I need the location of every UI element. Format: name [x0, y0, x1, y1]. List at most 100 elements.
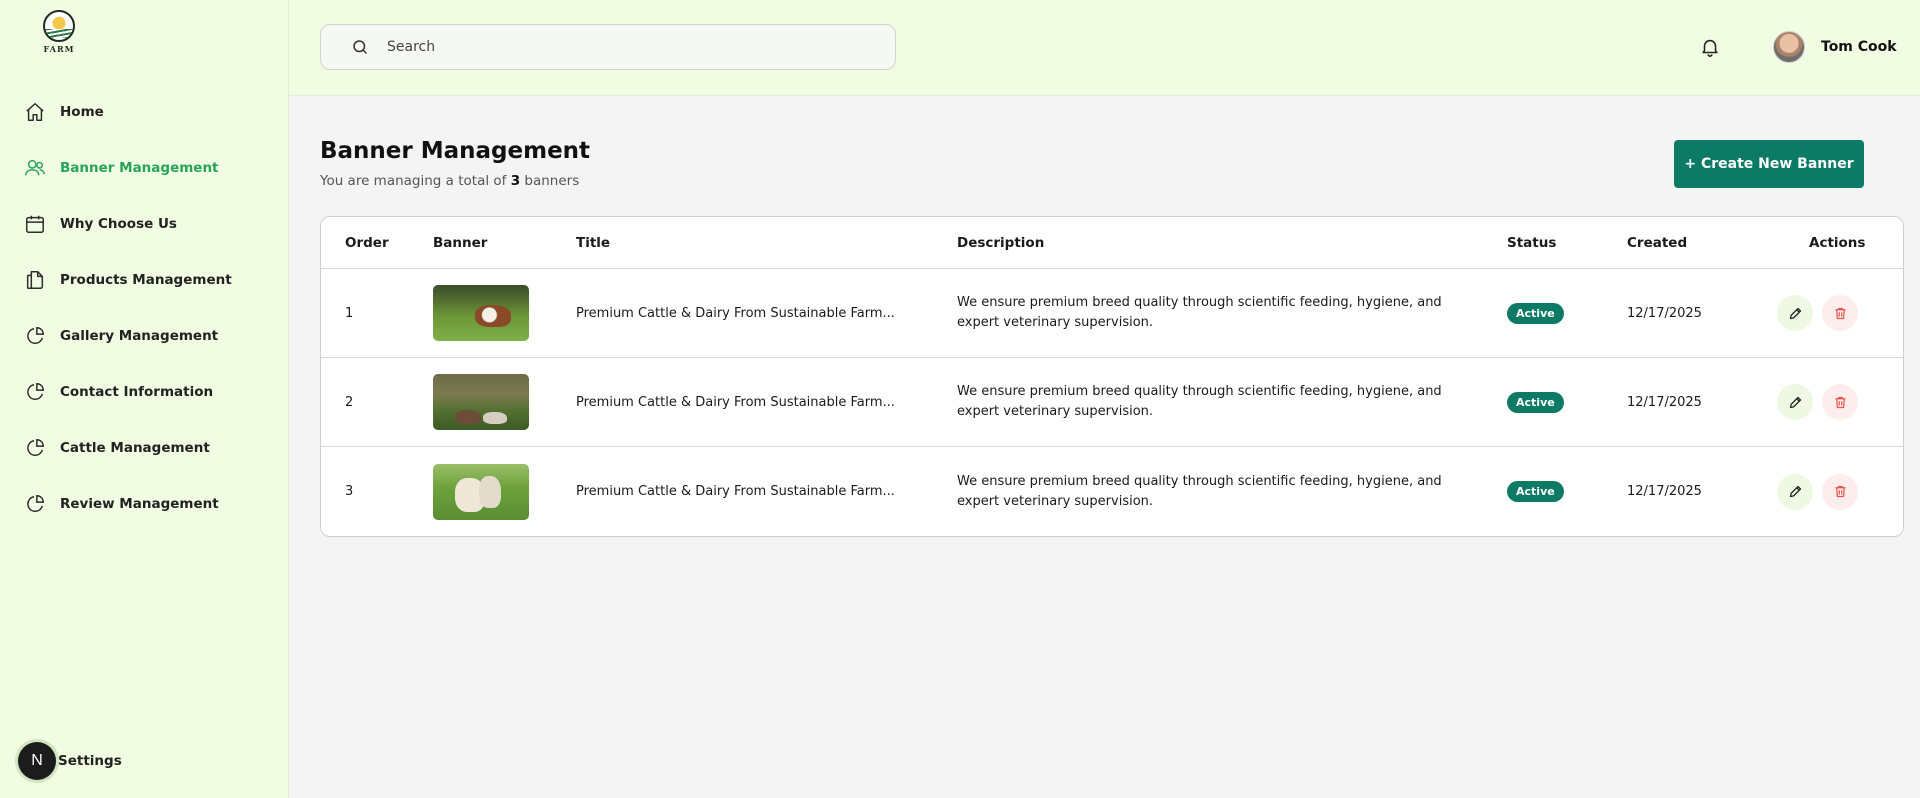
search-bar[interactable]	[320, 24, 896, 70]
row-order: 2	[345, 394, 354, 410]
delete-button[interactable]	[1822, 473, 1858, 510]
row-banner-cell	[433, 358, 529, 446]
banner-table: Order Banner Title Description Status Cr…	[320, 216, 1904, 537]
pie-chart-icon	[27, 383, 44, 401]
settings-avatar: N	[18, 742, 56, 780]
cow-image	[479, 475, 501, 508]
sidebar-item-products-management[interactable]: Products Management	[0, 252, 289, 308]
row-status-cell: Active	[1507, 358, 1564, 446]
row-order: 1	[345, 305, 354, 321]
row-title: Premium Cattle & Dairy From Sustainable …	[576, 305, 895, 321]
sidebar-item-label: Why Choose Us	[60, 216, 177, 232]
status-badge: Active	[1507, 481, 1564, 502]
sidebar-item-cattle-management[interactable]: Cattle Management	[0, 420, 289, 476]
delete-button[interactable]	[1822, 295, 1858, 331]
sidebar-item-label: Gallery Management	[60, 328, 219, 344]
banner-thumbnail[interactable]	[433, 285, 529, 341]
column-header-actions: Actions	[1809, 234, 1866, 251]
trash-icon	[1835, 396, 1845, 408]
row-actions	[1777, 269, 1897, 357]
sidebar-item-label: Review Management	[60, 496, 219, 512]
subtitle-prefix: You are managing a total of	[320, 173, 511, 189]
edit-button[interactable]	[1777, 473, 1813, 510]
sidebar: FARM Home Banner Management Why Choose U…	[0, 0, 289, 798]
banner-count: 3	[510, 173, 521, 189]
row-title: Premium Cattle & Dairy From Sustainable …	[576, 394, 895, 410]
banner-thumbnail[interactable]	[433, 463, 529, 520]
sidebar-nav: Home Banner Management Why Choose Us Pro…	[0, 84, 289, 532]
row-status-cell: Active	[1507, 269, 1564, 357]
sidebar-item-label: Home	[60, 104, 104, 120]
settings-label: Settings	[58, 753, 122, 769]
sidebar-item-settings[interactable]: N Settings	[18, 742, 122, 780]
status-badge: Active	[1507, 391, 1564, 413]
sidebar-item-label: Contact Information	[60, 384, 214, 400]
row-actions	[1777, 447, 1897, 536]
top-header: Tom Cook	[289, 0, 1920, 96]
pie-chart-icon	[27, 439, 44, 457]
row-created: 12/17/2025	[1627, 394, 1702, 410]
row-actions	[1777, 358, 1897, 446]
home-icon	[26, 103, 44, 121]
logo-text: FARM	[43, 44, 75, 54]
sidebar-item-gallery-management[interactable]: Gallery Management	[0, 308, 289, 364]
column-header-title: Title	[576, 234, 611, 251]
trash-icon	[1835, 307, 1845, 319]
edit-button[interactable]	[1777, 384, 1813, 420]
column-header-created: Created	[1627, 234, 1688, 251]
row-status-cell: Active	[1507, 447, 1564, 536]
row-description: We ensure premium breed quality through …	[957, 473, 1442, 509]
pencil-icon	[1789, 485, 1801, 498]
row-banner-cell	[433, 447, 529, 536]
sidebar-item-label: Banner Management	[60, 160, 219, 176]
row-banner-cell	[433, 269, 529, 357]
row-description: We ensure premium breed quality through …	[957, 384, 1442, 419]
sidebar-item-label: Products Management	[60, 272, 232, 288]
delete-button[interactable]	[1822, 384, 1858, 420]
row-created: 12/17/2025	[1627, 305, 1702, 321]
calendar-icon	[26, 215, 44, 233]
notification-bell-icon[interactable]	[1699, 36, 1721, 58]
page-subtitle: You are managing a total of 3 banners	[320, 173, 579, 189]
pencil-icon	[1789, 307, 1801, 319]
logo-emblem-icon	[43, 10, 75, 42]
column-header-order: Order	[345, 234, 389, 251]
search-icon	[353, 40, 367, 54]
sidebar-item-review-management[interactable]: Review Management	[0, 476, 289, 532]
pencil-icon	[1789, 396, 1801, 408]
user-menu[interactable]: Tom Cook	[1773, 31, 1897, 63]
page-title: Banner Management	[320, 138, 591, 164]
banner-thumbnail[interactable]	[433, 374, 529, 430]
brand-logo[interactable]: FARM	[40, 10, 78, 54]
create-new-banner-button[interactable]: + Create New Banner	[1674, 140, 1864, 188]
row-description: We ensure premium breed quality through …	[957, 295, 1442, 330]
table-row: 3 Premium Cattle & Dairy From Sustainabl…	[321, 447, 1903, 536]
row-title: Premium Cattle & Dairy From Sustainable …	[576, 484, 895, 499]
cow-image	[455, 410, 481, 424]
sidebar-item-why-choose-us[interactable]: Why Choose Us	[0, 196, 289, 252]
user-name: Tom Cook	[1821, 39, 1897, 55]
cow-image	[483, 412, 507, 424]
subtitle-suffix: banners	[520, 173, 580, 189]
documents-icon	[26, 271, 44, 289]
sidebar-item-banner-management[interactable]: Banner Management	[0, 140, 289, 196]
cow-image	[475, 305, 511, 327]
table-row: 2 Premium Cattle & Dairy From Sustainabl…	[321, 358, 1903, 447]
search-input[interactable]	[387, 39, 867, 55]
pie-chart-icon	[27, 495, 44, 513]
trash-icon	[1835, 485, 1845, 498]
status-badge: Active	[1507, 302, 1564, 324]
table-header: Order Banner Title Description Status Cr…	[321, 217, 1903, 269]
users-icon	[25, 159, 45, 176]
pie-chart-icon	[27, 327, 44, 345]
avatar	[1773, 31, 1805, 63]
row-order: 3	[345, 484, 354, 499]
sidebar-item-home[interactable]: Home	[0, 84, 289, 140]
edit-button[interactable]	[1777, 295, 1813, 331]
sidebar-item-contact-information[interactable]: Contact Information	[0, 364, 289, 420]
column-header-status: Status	[1507, 234, 1557, 251]
table-row: 1 Premium Cattle & Dairy From Sustainabl…	[321, 269, 1903, 358]
row-created: 12/17/2025	[1627, 484, 1702, 499]
column-header-banner: Banner	[433, 234, 488, 251]
sidebar-item-label: Cattle Management	[60, 440, 210, 456]
